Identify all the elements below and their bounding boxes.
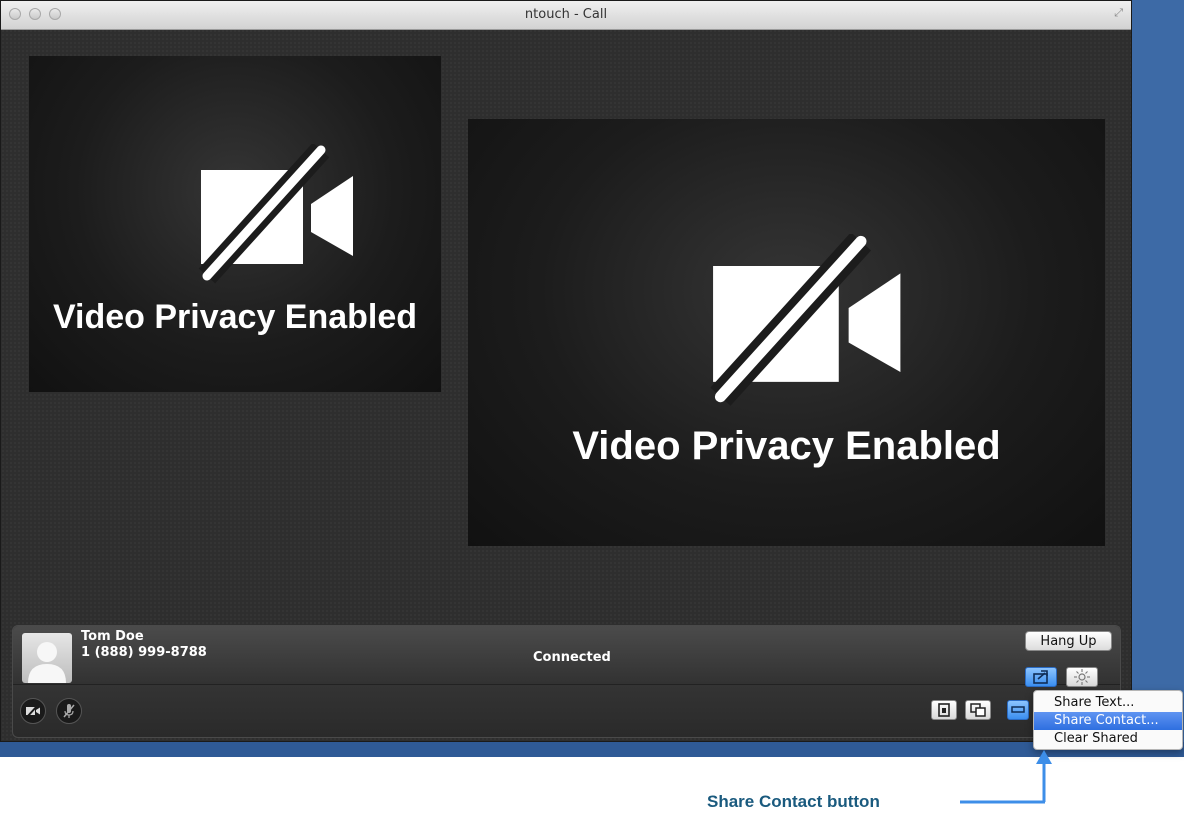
window-title: ntouch - Call [524, 7, 608, 22]
picture-in-picture-button[interactable] [965, 700, 991, 720]
menu-item-share-contact[interactable]: Share Contact... [1034, 712, 1182, 730]
mute-toggle[interactable] [56, 698, 82, 724]
share-icon [1033, 670, 1048, 684]
call-control-bar: Tom Doe 1 (888) 999-8788 Connected Hang … [12, 625, 1121, 738]
call-info-panel: Tom Doe 1 (888) 999-8788 Connected Hang … [13, 626, 1120, 687]
contact-phone: 1 (888) 999-8788 [81, 645, 207, 660]
title-bar[interactable]: ntouch - Call ⤢ [1, 1, 1131, 30]
camera-off-icon [26, 704, 40, 718]
microphone-off-icon [63, 704, 75, 718]
person-icon [28, 642, 66, 683]
annotation-label: Share Contact button [707, 792, 880, 811]
avatar [22, 633, 72, 683]
remote-view-privacy-text: Video Privacy Enabled [572, 424, 1001, 468]
share-button[interactable] [1025, 667, 1057, 687]
brightness-icon [1074, 669, 1090, 685]
layout-icon [1011, 706, 1025, 713]
video-off-icon [198, 144, 353, 284]
desktop-background [1132, 0, 1184, 757]
selfview-icon [938, 703, 950, 717]
video-privacy-toggle[interactable] [20, 698, 46, 724]
contact-name: Tom Doe [81, 629, 144, 644]
call-status: Connected [533, 650, 611, 665]
brightness-button[interactable] [1066, 667, 1098, 687]
hang-up-button[interactable]: Hang Up [1025, 631, 1112, 651]
self-view-privacy-text: Video Privacy Enabled [52, 298, 418, 336]
video-off-icon [710, 234, 901, 406]
fullscreen-icon[interactable]: ⤢ [1114, 7, 1123, 20]
menu-item-share-text[interactable]: Share Text... [1034, 694, 1182, 712]
self-view-video: Video Privacy Enabled [29, 56, 441, 392]
self-view-button[interactable] [931, 700, 957, 720]
callout-arrow [960, 750, 1052, 804]
remote-view-video: Video Privacy Enabled [468, 119, 1105, 546]
pip-icon [970, 703, 986, 717]
layout-button[interactable] [1007, 700, 1029, 720]
